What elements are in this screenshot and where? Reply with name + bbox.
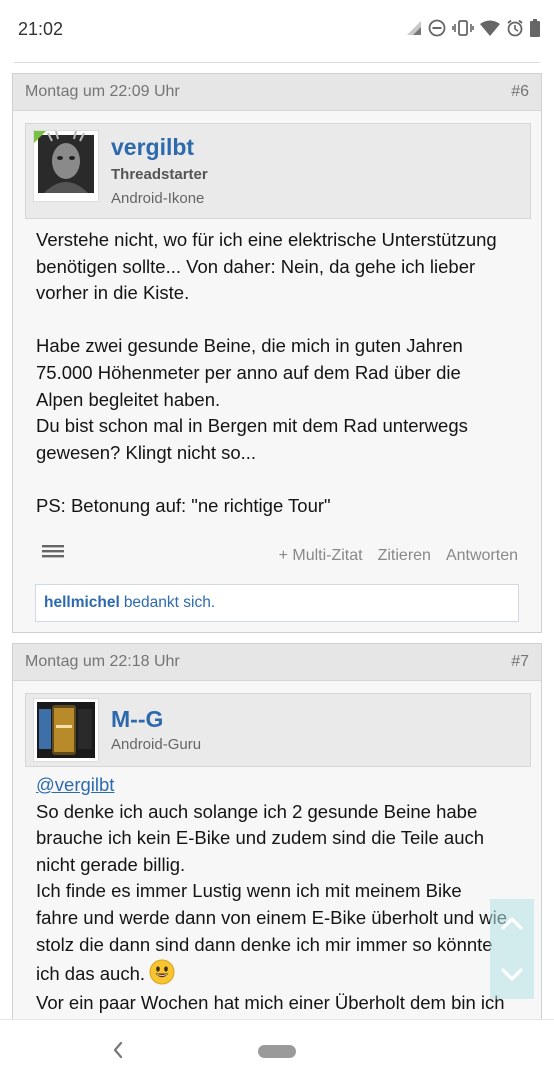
post: Montag um 22:18 Uhr #7 M--G Android-Guru… xyxy=(12,643,542,1019)
do-not-disturb-icon xyxy=(428,19,446,37)
divider xyxy=(14,62,540,63)
post-text-line: gewesen? Klingt nicht so... xyxy=(36,441,257,463)
avatar[interactable] xyxy=(33,698,99,762)
status-icons xyxy=(406,19,540,37)
post-text-line: Vor ein paar Wochen hat mich einer Überh… xyxy=(36,992,505,1014)
post-text-line: brauche ich kein E-Bike und zudem sind d… xyxy=(36,827,485,849)
quote-button[interactable]: Zitieren xyxy=(378,547,431,565)
thread-scroll-area[interactable]: Montag um 22:09 Uhr #6 vergilbt Threadst… xyxy=(0,66,554,1019)
author-name-link[interactable]: vergilbt xyxy=(111,134,194,161)
scroll-up-icon[interactable] xyxy=(499,911,525,937)
menu-icon[interactable] xyxy=(42,543,64,559)
post-text-line: PS: Betonung auf: "ne richtige Tour" xyxy=(36,494,331,516)
multi-quote-button[interactable]: + Multi-Zitat xyxy=(279,547,363,565)
post-actions: + Multi-Zitat Zitieren Antworten xyxy=(13,538,541,584)
author-rank: Android-Guru xyxy=(111,736,202,753)
avatar[interactable] xyxy=(33,130,99,202)
post-text-line: benötigen sollte... Von daher: Nein, da … xyxy=(36,255,476,277)
post-text-line: Alpen begleitet haben. xyxy=(36,388,221,410)
post-text-line: vorher in die Kiste. xyxy=(36,282,190,304)
post-body: Verstehe nicht, wo für ich eine elektris… xyxy=(13,219,541,520)
post-text-line: Habe zwei gesunde Beine, die mich in gut… xyxy=(36,335,463,357)
post-text-line: Verstehe nicht, wo für ich eine elektris… xyxy=(36,229,497,250)
post-header: Montag um 22:18 Uhr #7 xyxy=(13,644,541,681)
post-number-link[interactable]: #6 xyxy=(511,83,529,101)
author-box: M--G Android-Guru xyxy=(25,693,531,767)
post-body: @vergilbt So denke ich auch solange ich … xyxy=(13,767,541,1017)
back-icon[interactable] xyxy=(111,1039,125,1061)
mention-link[interactable]: @vergilbt xyxy=(36,774,114,795)
post-text-line: Ich finde es immer Lustig wenn ich mit m… xyxy=(36,880,462,902)
author-box: vergilbt Threadstarter Android-Ikone xyxy=(25,123,531,219)
post-text-line: Du bist schon mal in Bergen mit dem Rad … xyxy=(36,415,468,437)
post-text-line: fahre und werde dann von einem E-Bike üb… xyxy=(36,906,508,928)
status-bar: 21:02 xyxy=(0,0,554,60)
scroll-down-icon[interactable] xyxy=(499,961,525,987)
thanks-text: bedankt sich. xyxy=(123,593,216,611)
author-rank: Android-Ikone xyxy=(111,190,205,207)
post-text-line: nicht gerade billig. xyxy=(36,853,186,875)
post-text-line: ich das auch. xyxy=(36,963,146,985)
signal-icon xyxy=(407,21,421,35)
wifi-icon xyxy=(480,20,500,36)
home-pill-button[interactable] xyxy=(258,1045,296,1058)
status-time: 21:02 xyxy=(18,19,64,39)
post-header: Montag um 22:09 Uhr #6 xyxy=(13,74,541,111)
smiley-emoji-icon xyxy=(149,959,175,985)
thanks-box: hellmichel bedankt sich. xyxy=(35,583,519,622)
author-role: Threadstarter xyxy=(111,166,208,183)
battery-icon xyxy=(530,19,540,37)
reply-button[interactable]: Antworten xyxy=(446,547,518,565)
scroll-buttons xyxy=(490,899,534,999)
author-name-link[interactable]: M--G xyxy=(111,706,163,733)
alarm-icon xyxy=(507,19,523,37)
post-number-link[interactable]: #7 xyxy=(511,653,529,671)
post-date: Montag um 22:18 Uhr xyxy=(25,653,180,670)
post-date: Montag um 22:09 Uhr xyxy=(25,83,180,100)
post-text-line: stolz die dann sind dann denke ich mir i… xyxy=(36,933,493,955)
vibrate-icon xyxy=(452,20,474,36)
post-text-line: 75.000 Höhenmeter per anno auf dem Rad ü… xyxy=(36,361,461,383)
navigation-bar xyxy=(0,1019,554,1080)
post: Montag um 22:09 Uhr #6 vergilbt Threadst… xyxy=(12,73,542,633)
post-text-line: So denke ich auch solange ich 2 gesunde … xyxy=(36,800,478,822)
thanks-user-link[interactable]: hellmichel xyxy=(44,594,120,612)
